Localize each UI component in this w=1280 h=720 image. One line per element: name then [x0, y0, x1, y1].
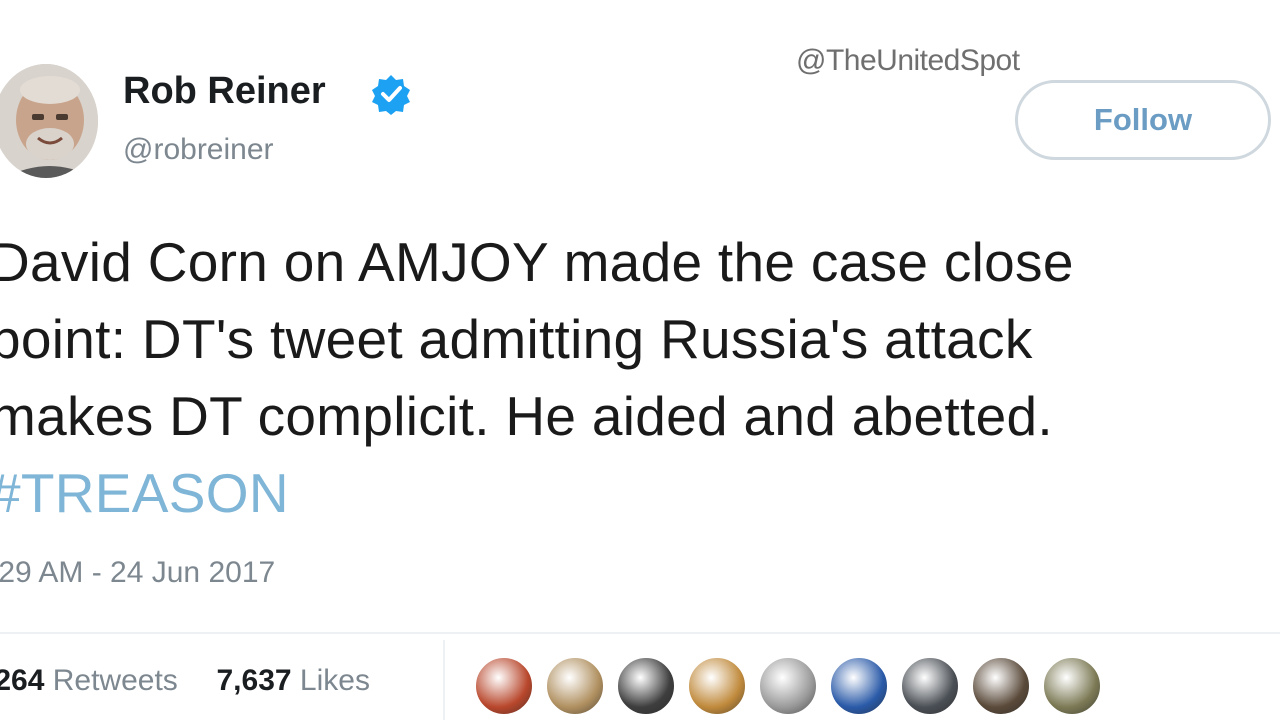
profile-avatar[interactable]: [0, 64, 98, 178]
follow-button[interactable]: Follow: [1015, 80, 1271, 160]
tweet-timestamp[interactable]: :29 AM - 24 Jun 2017: [0, 556, 275, 590]
avatar-9[interactable]: [1042, 656, 1102, 716]
likes-count[interactable]: 7,637: [216, 664, 291, 697]
tweet-line: point: DT's tweet admitting Russia's att…: [0, 308, 1033, 370]
user-handle[interactable]: @robreiner: [123, 133, 274, 167]
avatar-1[interactable]: [474, 656, 534, 716]
tweet-line: makes DT complicit. He aided and abetted…: [0, 385, 1053, 447]
profile-photo-icon: [0, 64, 98, 178]
tweet-line: David Corn on AMJOY made the case close: [0, 231, 1074, 293]
display-name[interactable]: Rob Reiner: [123, 70, 326, 113]
tweet-text: David Corn on AMJOY made the case close …: [0, 224, 1280, 532]
stats-divider: [0, 632, 1280, 634]
avatar-7[interactable]: [900, 656, 960, 716]
tweet-stats: ,264 Retweets 7,637 Likes: [0, 664, 370, 698]
avatar-8[interactable]: [971, 656, 1031, 716]
avatar-3[interactable]: [616, 656, 676, 716]
retweets-label[interactable]: Retweets: [53, 664, 178, 697]
avatar-4[interactable]: [687, 656, 747, 716]
retweets-count[interactable]: ,264: [0, 664, 44, 697]
avatar-2[interactable]: [545, 656, 605, 716]
vote-badge-avatar[interactable]: [829, 656, 889, 716]
likes-label[interactable]: Likes: [300, 664, 370, 697]
stats-vertical-divider: [443, 640, 445, 720]
hashtag-link[interactable]: #TREASON: [0, 455, 1280, 532]
verified-badge-icon: [372, 75, 410, 115]
avatar-5[interactable]: [758, 656, 818, 716]
channel-watermark: @TheUnitedSpot: [796, 44, 1020, 77]
